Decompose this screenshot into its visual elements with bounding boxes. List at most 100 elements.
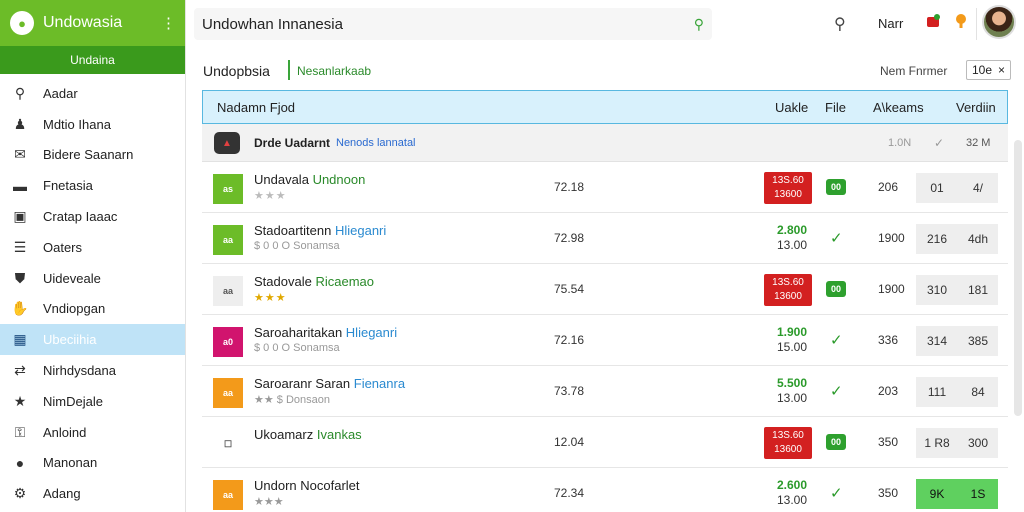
sidebar-item-9[interactable]: ⇄ Nirhdysdana: [0, 355, 185, 386]
table-row[interactable]: aa Stadovale Ricaemao ★★★ 75.54 13S.60 13600 0…: [202, 264, 1008, 315]
status-badge-line: 13600: [774, 444, 802, 455]
sidebar-item-6[interactable]: ⛊ Uideveale: [0, 263, 185, 294]
count-cell-a[interactable]: 9K: [916, 479, 958, 509]
window-icon: ▣: [13, 208, 27, 225]
global-search-icon[interactable]: ⚲: [834, 14, 846, 34]
column-header-name[interactable]: Nadamn Fjod: [217, 100, 295, 115]
item-title: Ukoamarz: [254, 427, 314, 442]
item-name[interactable]: Undavala Undnoon: [254, 172, 365, 187]
status-badge[interactable]: 13S.60 13600: [764, 427, 812, 459]
count-cell-b[interactable]: 385: [958, 326, 998, 356]
subheader-name: Drde Uadarnt: [254, 136, 331, 150]
sidebar-item-11[interactable]: ⚿ Anloind: [0, 417, 185, 448]
check-icon[interactable]: ✓: [830, 331, 843, 349]
table-row[interactable]: a0 Saroaharitakan Hlieganri $ 0 0 O Sonams…: [202, 315, 1008, 366]
sidebar-item-7[interactable]: ✋ Vndiopgan: [0, 294, 185, 325]
table-row[interactable]: aa Stadoartitenn Hlieganri $ 0 0 O Sonamsa…: [202, 213, 1008, 264]
sidebar-item-2[interactable]: ✉ Bidere Saanarn: [0, 140, 185, 171]
count-cell-a[interactable]: 01: [916, 173, 958, 203]
search-input[interactable]: [202, 15, 672, 33]
sidebar-item-label: Nirhdysdana: [43, 363, 116, 379]
sidebar-item-3[interactable]: ▬ Fnetasia: [0, 170, 185, 201]
table-subheader-row[interactable]: ▲ Drde Uadarnt Nenods lannatal 1.0N ✓ 32…: [202, 124, 1008, 162]
count-cell-b[interactable]: 1S: [958, 479, 998, 509]
item-thumbnail: as: [213, 174, 243, 204]
item-title: Stadovale: [254, 274, 312, 289]
price-primary: 2.800: [776, 223, 808, 237]
status-pill[interactable]: 00: [826, 179, 846, 195]
count-cell-b[interactable]: 300: [958, 428, 998, 458]
item-name[interactable]: Stadovale Ricaemao: [254, 274, 374, 289]
item-volume: 350: [878, 486, 899, 500]
close-button[interactable]: 10e ×: [966, 60, 1011, 80]
count-cell-a[interactable]: 1 R8: [916, 428, 958, 458]
subheader-value-3: 32 M: [966, 137, 991, 149]
sidebar-item-0[interactable]: ⚲ Aadar: [0, 78, 185, 109]
table-row[interactable]: aa Undorn Nocofarlet ★★★ 72.34 2.600 13.00 ✓ 35…: [202, 468, 1008, 512]
count-cell-b[interactable]: 181: [958, 275, 998, 305]
count-cell-a[interactable]: 111: [916, 377, 958, 407]
count-cell-a[interactable]: 310: [916, 275, 958, 305]
price-cell: 5.500 13.00: [772, 376, 812, 406]
count-cell-a[interactable]: 216: [916, 224, 958, 254]
sidebar-item-label: Anloind: [43, 424, 87, 440]
price-primary: 5.500: [776, 376, 808, 390]
divider: [288, 60, 290, 80]
user-name[interactable]: Narr: [878, 16, 903, 31]
item-title: Saroaranr Saran: [254, 376, 351, 391]
brand-logo-icon[interactable]: ●: [10, 11, 34, 35]
grid-icon: ▦: [13, 331, 27, 348]
notification-icon[interactable]: [926, 14, 940, 28]
list-icon: ☰: [13, 238, 27, 255]
avatar[interactable]: [982, 5, 1016, 39]
count-cell-a[interactable]: 314: [916, 326, 958, 356]
page-subtitle[interactable]: Nesanlarkaab: [297, 64, 371, 78]
table-row[interactable]: as Undavala Undnoon ★★★ 72.18 13S.60 13600 00 2…: [202, 162, 1008, 213]
column-header-verdiin[interactable]: Verdiin: [956, 100, 996, 115]
count-cell-b[interactable]: 84: [958, 377, 998, 407]
column-header-atkeams[interactable]: A\keams: [873, 100, 924, 115]
sidebar-item-5[interactable]: ☰ Oaters: [0, 232, 185, 263]
column-header-uakle[interactable]: Uakle: [775, 100, 808, 115]
item-name[interactable]: Saroaharitakan Hlieganri: [254, 325, 397, 340]
item-name[interactable]: Stadoartitenn Hlieganri: [254, 223, 386, 238]
sidebar-item-4[interactable]: ▣ Cratap Iaaac: [0, 201, 185, 232]
count-cell-b[interactable]: 4/: [958, 173, 998, 203]
rating-stars-icon: ★★★: [254, 292, 287, 304]
price-secondary: 13.00: [776, 493, 808, 507]
search-icon[interactable]: ⚲: [694, 16, 704, 33]
item-volume: 1900: [878, 282, 905, 296]
sidebar-item-label: Adang: [43, 486, 81, 502]
search-icon: ⚲: [14, 84, 26, 101]
count-cell-b[interactable]: 4dh: [958, 224, 998, 254]
sidebar-item-12[interactable]: ● Manonan: [0, 448, 185, 479]
item-name[interactable]: Saroaranr Saran Fienanra: [254, 376, 405, 391]
filter-label[interactable]: Nem Fnrmer: [880, 64, 947, 78]
status-pill[interactable]: 00: [826, 281, 846, 297]
scrollbar[interactable]: [1014, 140, 1022, 416]
column-header-file[interactable]: File: [825, 100, 846, 115]
search-bar: ⚲: [194, 8, 712, 40]
check-icon[interactable]: ✓: [830, 382, 843, 400]
check-icon[interactable]: ✓: [830, 229, 843, 247]
status-badge[interactable]: 13S.60 13600: [764, 274, 812, 306]
sidebar-item-1[interactable]: ♟ Mdtio Ihana: [0, 109, 185, 140]
price-cell: 1.900 15.00: [772, 325, 812, 355]
subheader-value-2: ✓: [934, 136, 945, 150]
item-subtitle: ★★★: [254, 496, 284, 508]
status-pill[interactable]: 00: [826, 434, 846, 450]
price-secondary: 13.00: [776, 238, 808, 252]
status-badge[interactable]: 13S.60 13600: [764, 172, 812, 204]
more-menu-icon[interactable]: ⋮: [161, 14, 176, 32]
bell-icon[interactable]: [954, 13, 968, 29]
sidebar-item-10[interactable]: ★ NimDejale: [0, 386, 185, 417]
item-name[interactable]: Ukoamarz Ivankas: [254, 427, 362, 442]
sidebar-item-13[interactable]: ⚙ Adang: [0, 478, 185, 509]
table-row[interactable]: aa Saroaranr Saran Fienanra ★★ $ Donsaon 73…: [202, 366, 1008, 417]
check-icon[interactable]: ✓: [830, 484, 843, 502]
item-name[interactable]: Undorn Nocofarlet: [254, 478, 360, 493]
status-badge-line: 13600: [774, 189, 802, 200]
table-row[interactable]: ☐ Ukoamarz Ivankas 12.04 13S.60 13600 00 350 1 …: [202, 417, 1008, 468]
item-volume: 203: [878, 384, 899, 398]
sidebar-item-8[interactable]: ▦ Ubeciihia: [0, 324, 185, 356]
